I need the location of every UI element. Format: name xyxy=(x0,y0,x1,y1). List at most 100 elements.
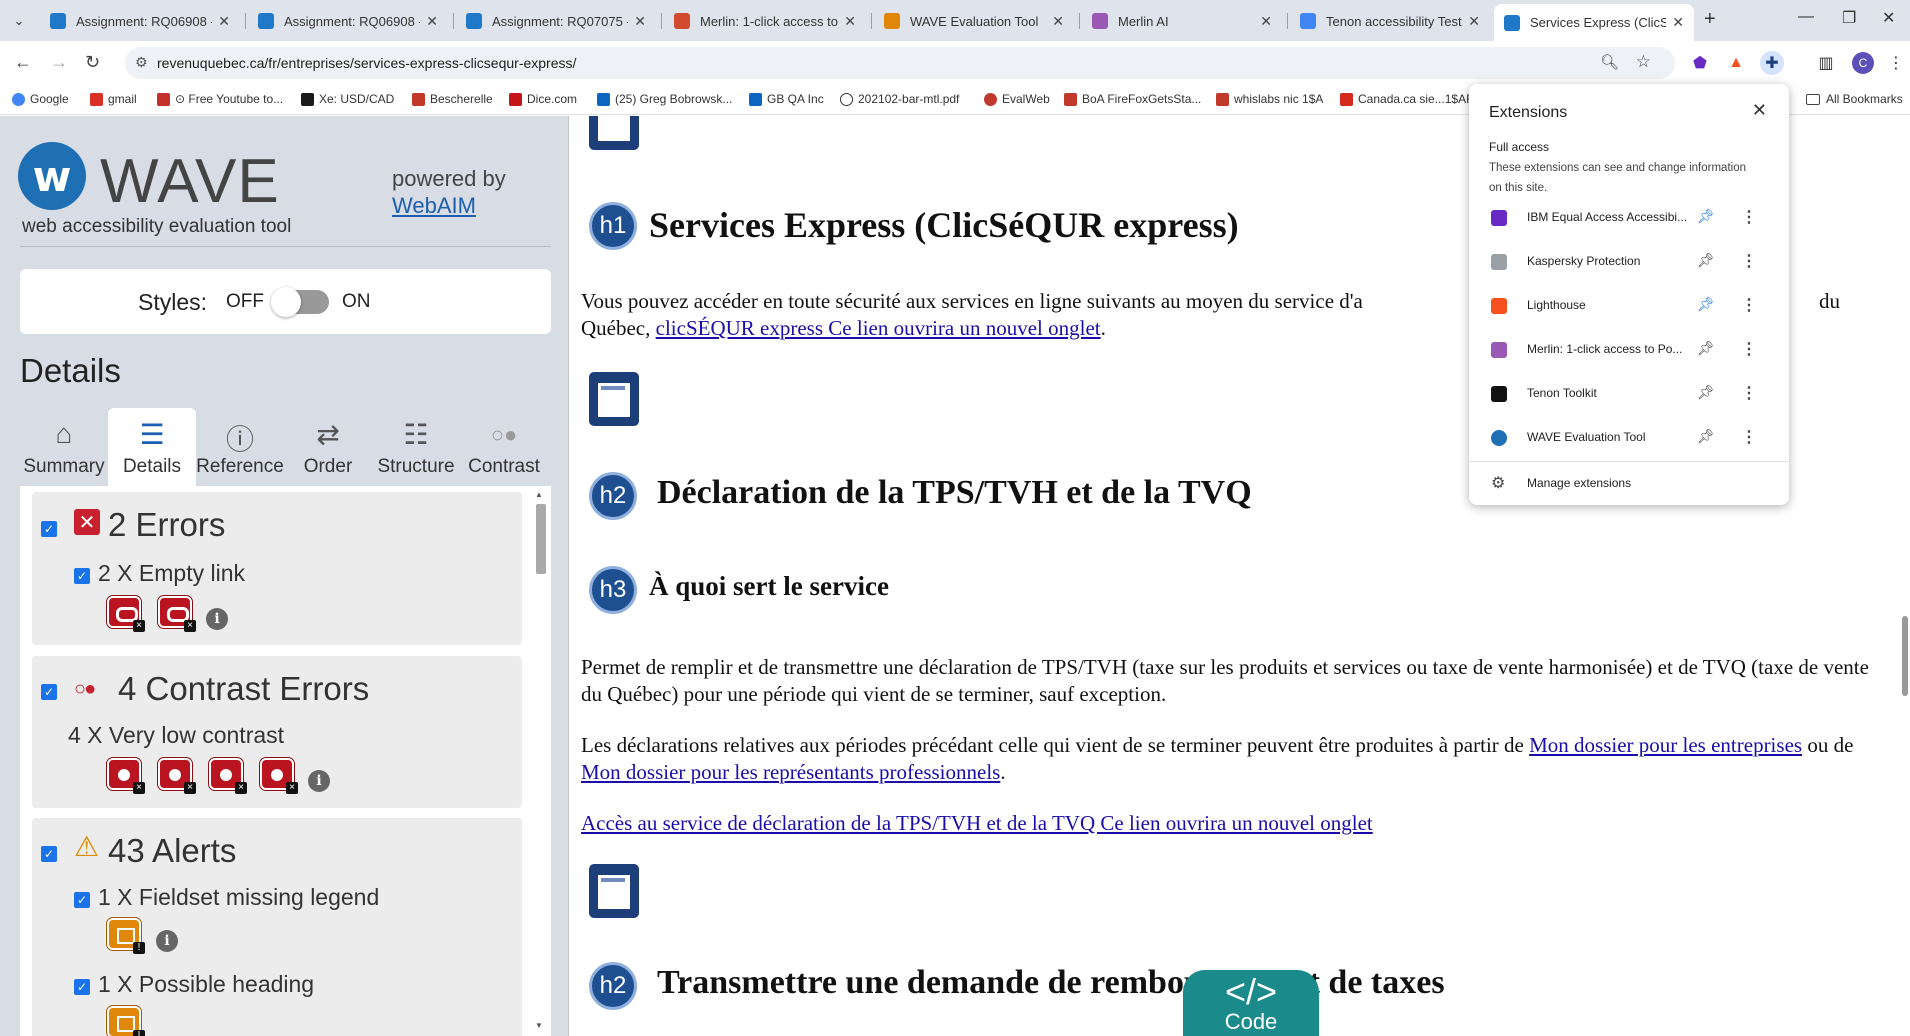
lighthouse-icon[interactable]: ▲ xyxy=(1724,51,1748,75)
pin-icon[interactable]: 📌︎ xyxy=(1697,340,1715,357)
mon-dossier-entreprises-link[interactable]: Mon dossier pour les entreprises xyxy=(1529,733,1802,757)
wave-code-button[interactable]: </> Code xyxy=(1183,970,1319,1036)
browser-tab[interactable]: Assignment: RQ07075 - S ✕ xyxy=(456,6,656,36)
more-options-icon[interactable]: ⋮ xyxy=(1741,295,1757,315)
browser-tab[interactable]: Merlin AI ✕ xyxy=(1082,6,1282,36)
minimize-icon[interactable]: — xyxy=(1798,8,1814,26)
back-icon[interactable]: ← xyxy=(14,52,32,73)
wave-landmark-icon[interactable] xyxy=(589,864,639,918)
heading-badge-h1[interactable]: h1 xyxy=(589,202,637,250)
heading-badge-h2[interactable]: h2 xyxy=(589,472,637,520)
avatar[interactable]: C xyxy=(1852,52,1874,74)
extension-row[interactable]: IBM Equal Access Accessibi... 📌︎ ⋮ xyxy=(1469,196,1789,240)
url-text[interactable]: revenuquebec.ca/fr/entreprises/services-… xyxy=(157,55,576,71)
pin-icon[interactable]: 📌︎ xyxy=(1697,296,1715,313)
pin-icon[interactable]: 📌︎ xyxy=(1697,252,1715,269)
side-panel-icon[interactable]: ▥ xyxy=(1814,51,1838,75)
bookmark-item[interactable]: (25) Greg Bobrowsk... xyxy=(597,92,732,106)
more-options-icon[interactable]: ⋮ xyxy=(1741,251,1757,271)
browser-tab[interactable]: WAVE Evaluation Tool ✕ xyxy=(874,6,1074,36)
heading-badge-h2[interactable]: h2 xyxy=(589,962,637,1010)
bookmark-star-icon[interactable]: ☆ xyxy=(1636,52,1651,72)
bookmark-item[interactable]: Dice.com xyxy=(509,92,577,106)
info-icon[interactable]: i xyxy=(308,770,330,792)
more-options-icon[interactable]: ⋮ xyxy=(1741,339,1757,359)
bookmark-item[interactable]: Google xyxy=(12,92,69,106)
extension-row[interactable]: Lighthouse 📌︎ ⋮ xyxy=(1469,284,1789,328)
extension-row[interactable]: WAVE Evaluation Tool 📌︎ ⋮ xyxy=(1469,416,1789,460)
restore-icon[interactable]: ❐ xyxy=(1842,8,1856,28)
tab-search-chevron-icon[interactable]: ⌄ xyxy=(8,10,30,32)
tab-close-icon[interactable]: ✕ xyxy=(634,13,646,30)
bookmark-item[interactable]: gmail xyxy=(90,92,137,106)
more-options-icon[interactable]: ⋮ xyxy=(1741,383,1757,403)
tab-close-icon[interactable]: ✕ xyxy=(1672,14,1684,31)
tab-close-icon[interactable]: ✕ xyxy=(218,13,230,30)
tab-close-icon[interactable]: ✕ xyxy=(1052,13,1064,30)
bookmark-item[interactable]: EvalWeb xyxy=(984,92,1050,106)
tab-reference[interactable]: ⓘ Reference xyxy=(196,408,284,486)
heading-badge-h3[interactable]: h3 xyxy=(589,566,637,614)
possible-heading-icon[interactable] xyxy=(107,1006,145,1036)
empty-link-icon[interactable] xyxy=(158,596,196,632)
clicsequr-link[interactable]: clicSÉQUR express Ce lien ouvrira un nou… xyxy=(656,316,1101,340)
details-scrollbar[interactable]: ▲ ▼ xyxy=(535,490,547,1030)
pin-icon[interactable]: 📌︎ xyxy=(1697,208,1715,225)
wave-landmark-icon[interactable] xyxy=(589,372,639,426)
bookmark-item[interactable]: Canada.ca sie...1$AF xyxy=(1340,92,1473,106)
possible-heading-checkbox[interactable]: ✓ xyxy=(74,979,90,995)
tab-order[interactable]: ⇄ Order xyxy=(284,408,372,486)
contrast-error-icon[interactable] xyxy=(158,758,196,794)
wave-landmark-icon[interactable] xyxy=(589,116,639,150)
pin-icon[interactable]: 📌︎ xyxy=(1697,384,1715,401)
chrome-menu-icon[interactable]: ⋮ xyxy=(1884,51,1908,75)
info-icon[interactable]: i xyxy=(206,608,228,630)
bookmark-item[interactable]: 202102-bar-mtl.pdf xyxy=(840,92,959,106)
tab-summary[interactable]: ⌂ Summary xyxy=(20,408,108,486)
contrast-error-icon[interactable] xyxy=(260,758,298,794)
tab-close-icon[interactable]: ✕ xyxy=(1468,13,1480,30)
all-bookmarks[interactable]: All Bookmarks xyxy=(1806,92,1903,106)
alerts-checkbox[interactable]: ✓ xyxy=(41,846,57,862)
page-scrollbar[interactable] xyxy=(1900,116,1910,1036)
close-window-icon[interactable]: ✕ xyxy=(1882,8,1895,28)
tab-structure[interactable]: ☷ Structure xyxy=(372,408,460,486)
tab-contrast[interactable]: ○● Contrast xyxy=(460,408,548,486)
extensions-puzzle-icon[interactable]: ✚ xyxy=(1760,51,1784,75)
scroll-down-icon[interactable]: ▼ xyxy=(535,1021,543,1030)
scroll-thumb[interactable] xyxy=(536,504,546,574)
zoom-icon[interactable]: 🔍︎ xyxy=(1600,53,1619,71)
browser-tab-active[interactable]: Services Express (ClicSéQ ✕ xyxy=(1494,4,1694,41)
empty-link-icon[interactable] xyxy=(107,596,145,632)
mon-dossier-representants-link[interactable]: Mon dossier pour les représentants profe… xyxy=(581,760,1000,784)
bookmark-item[interactable]: whislabs nic 1$A xyxy=(1216,92,1323,106)
more-options-icon[interactable]: ⋮ xyxy=(1741,427,1757,447)
contrast-error-icon[interactable] xyxy=(209,758,247,794)
styles-toggle[interactable] xyxy=(271,287,329,317)
bookmark-item[interactable]: Xe: USD/CAD xyxy=(301,92,394,106)
browser-tab[interactable]: Tenon accessibility Testin ✕ xyxy=(1290,6,1490,36)
reload-icon[interactable]: ↻ xyxy=(85,52,100,73)
webaim-link[interactable]: WebAIM xyxy=(392,193,476,219)
empty-link-checkbox[interactable]: ✓ xyxy=(74,568,90,584)
fieldset-alert-icon[interactable] xyxy=(107,918,145,954)
browser-tab[interactable]: Merlin: 1-click access to P ✕ xyxy=(664,6,866,36)
scroll-thumb[interactable] xyxy=(1902,616,1908,696)
forward-icon[interactable]: → xyxy=(50,52,68,73)
browser-tab[interactable]: Assignment: RQ06908 - B ✕ xyxy=(40,6,240,36)
extension-row[interactable]: Merlin: 1-click access to Po... 📌︎ ⋮ xyxy=(1469,328,1789,372)
bookmark-item[interactable]: GB QA Inc xyxy=(749,92,824,106)
extension-row[interactable]: Kaspersky Protection 📌︎ ⋮ xyxy=(1469,240,1789,284)
site-info-icon[interactable]: ⚙ xyxy=(135,54,148,71)
contrast-checkbox[interactable]: ✓ xyxy=(41,684,57,700)
bookmark-item[interactable]: Bescherelle xyxy=(412,92,493,106)
browser-tab[interactable]: Assignment: RQ06908 - B ✕ xyxy=(248,6,448,36)
fieldset-checkbox[interactable]: ✓ xyxy=(74,892,90,908)
scroll-up-icon[interactable]: ▲ xyxy=(535,490,543,499)
bookmark-item[interactable]: ⊙ Free Youtube to... xyxy=(157,92,283,106)
tab-details[interactable]: ☰ Details xyxy=(108,408,196,486)
tab-close-icon[interactable]: ✕ xyxy=(426,13,438,30)
info-icon[interactable]: i xyxy=(156,930,178,952)
ibm-equal-access-icon[interactable]: ⬟ xyxy=(1688,51,1712,75)
more-options-icon[interactable]: ⋮ xyxy=(1741,207,1757,227)
